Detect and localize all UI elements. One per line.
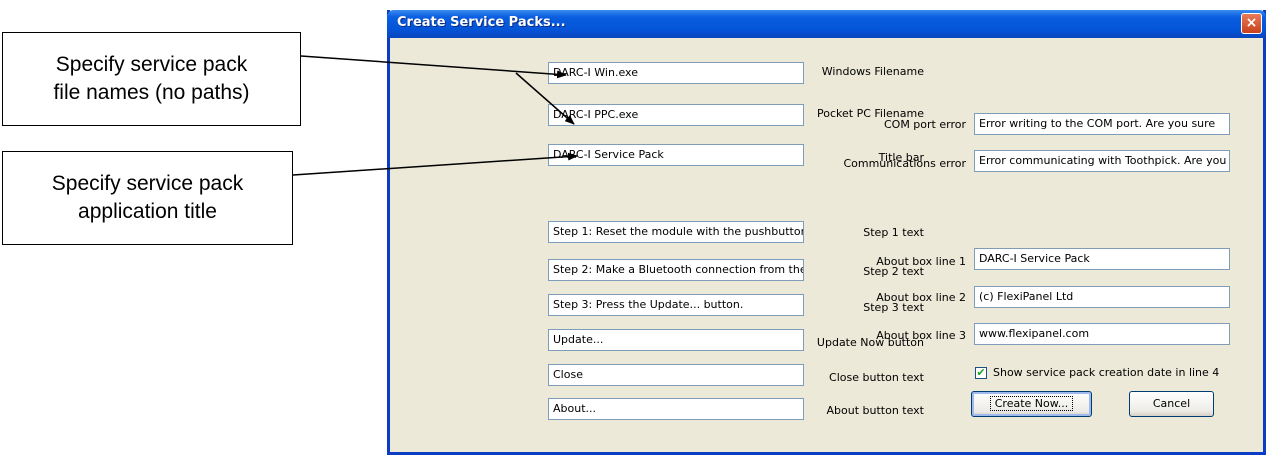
about-box-line-1-input[interactable]: DARC-I Service Pack: [974, 248, 1230, 270]
label-com-port-error: COM port error: [883, 118, 966, 131]
callout-app-title: Specify service pack application title: [2, 151, 293, 245]
step-3-input[interactable]: Step 3: Press the Update... button.: [548, 294, 804, 316]
callout-file-names-line1: Specify service pack: [55, 53, 248, 76]
about-button-text-input[interactable]: About...: [548, 398, 804, 420]
callout-file-names-line2: file names (no paths): [53, 81, 250, 104]
pocket-pc-filename-input[interactable]: DARC-I PPC.exe: [548, 104, 804, 126]
callout-file-names: Specify service pack file names (no path…: [2, 32, 301, 126]
create-service-packs-dialog: Create Service Packs... × Windows Filena…: [387, 10, 1266, 455]
communications-error-input[interactable]: Error communicating with Toothpick. Are …: [974, 150, 1230, 172]
label-about-box-line-1: About box line 1: [876, 255, 966, 268]
label-about-box-line-2: About box line 2: [876, 291, 966, 304]
update-now-button-input[interactable]: Update...: [548, 329, 804, 351]
title-bar-input[interactable]: DARC-I Service Pack: [548, 144, 804, 166]
create-now-button[interactable]: Create Now...: [971, 391, 1092, 417]
com-port-error-input[interactable]: Error writing to the COM port. Are you s…: [974, 113, 1230, 135]
label-show-creation-date: Show service pack creation date in line …: [993, 366, 1220, 379]
step-1-input[interactable]: Step 1: Reset the module with the pushbu…: [548, 221, 804, 243]
callout-app-title-line1: Specify service pack: [51, 172, 244, 195]
cancel-button[interactable]: Cancel: [1129, 391, 1214, 417]
close-icon[interactable]: ×: [1241, 13, 1262, 34]
dialog-title-bar[interactable]: Create Service Packs... ×: [387, 10, 1266, 38]
label-close-button-text: Close button text: [829, 371, 924, 384]
label-about-button-text: About button text: [826, 404, 924, 417]
windows-filename-input[interactable]: DARC-I Win.exe: [548, 62, 804, 84]
about-box-line-3-input[interactable]: www.flexipanel.com: [974, 323, 1230, 345]
about-box-line-2-input[interactable]: (c) FlexiPanel Ltd: [974, 286, 1230, 308]
dialog-title: Create Service Packs...: [397, 15, 566, 30]
show-creation-date-checkbox[interactable]: ✔: [975, 367, 987, 379]
step-2-input[interactable]: Step 2: Make a Bluetooth connection from…: [548, 259, 804, 281]
label-about-box-line-3: About box line 3: [876, 329, 966, 342]
label-communications-error: Communications error: [843, 157, 966, 170]
callout-app-title-line2: application title: [78, 200, 217, 223]
create-now-label: Create Now...: [989, 396, 1074, 411]
label-windows-filename: Windows Filename: [821, 65, 924, 78]
close-button-text-input[interactable]: Close: [548, 364, 804, 386]
label-step-1: Step 1 text: [863, 226, 924, 239]
